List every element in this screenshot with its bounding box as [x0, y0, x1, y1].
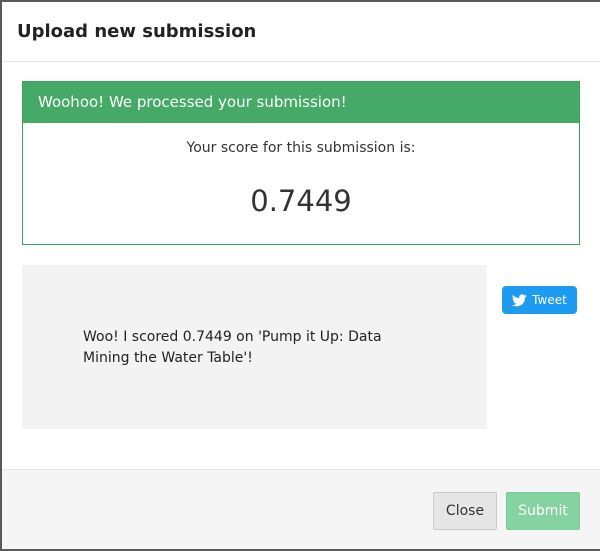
tweet-label: Tweet: [532, 293, 567, 307]
close-button[interactable]: Close: [433, 492, 497, 530]
success-heading: Woohoo! We processed your submission!: [23, 82, 579, 123]
twitter-bird-icon: [512, 293, 527, 306]
success-panel: Woohoo! We processed your submission! Yo…: [22, 81, 580, 245]
share-message: Woo! I scored 0.7449 on 'Pump it Up: Dat…: [83, 329, 382, 366]
modal-title: Upload new submission: [17, 21, 257, 42]
score-value: 0.7449: [250, 184, 352, 218]
modal-footer: Close Submit: [2, 469, 600, 549]
upload-submission-modal: Upload new submission Woohoo! We process…: [2, 2, 600, 549]
score-label: Your score for this submission is:: [186, 140, 416, 156]
submit-button[interactable]: Submit: [506, 492, 580, 530]
tweet-button[interactable]: Tweet: [502, 286, 577, 314]
share-text-box: Woo! I scored 0.7449 on 'Pump it Up: Dat…: [22, 265, 487, 429]
modal-header: Upload new submission: [2, 2, 600, 62]
